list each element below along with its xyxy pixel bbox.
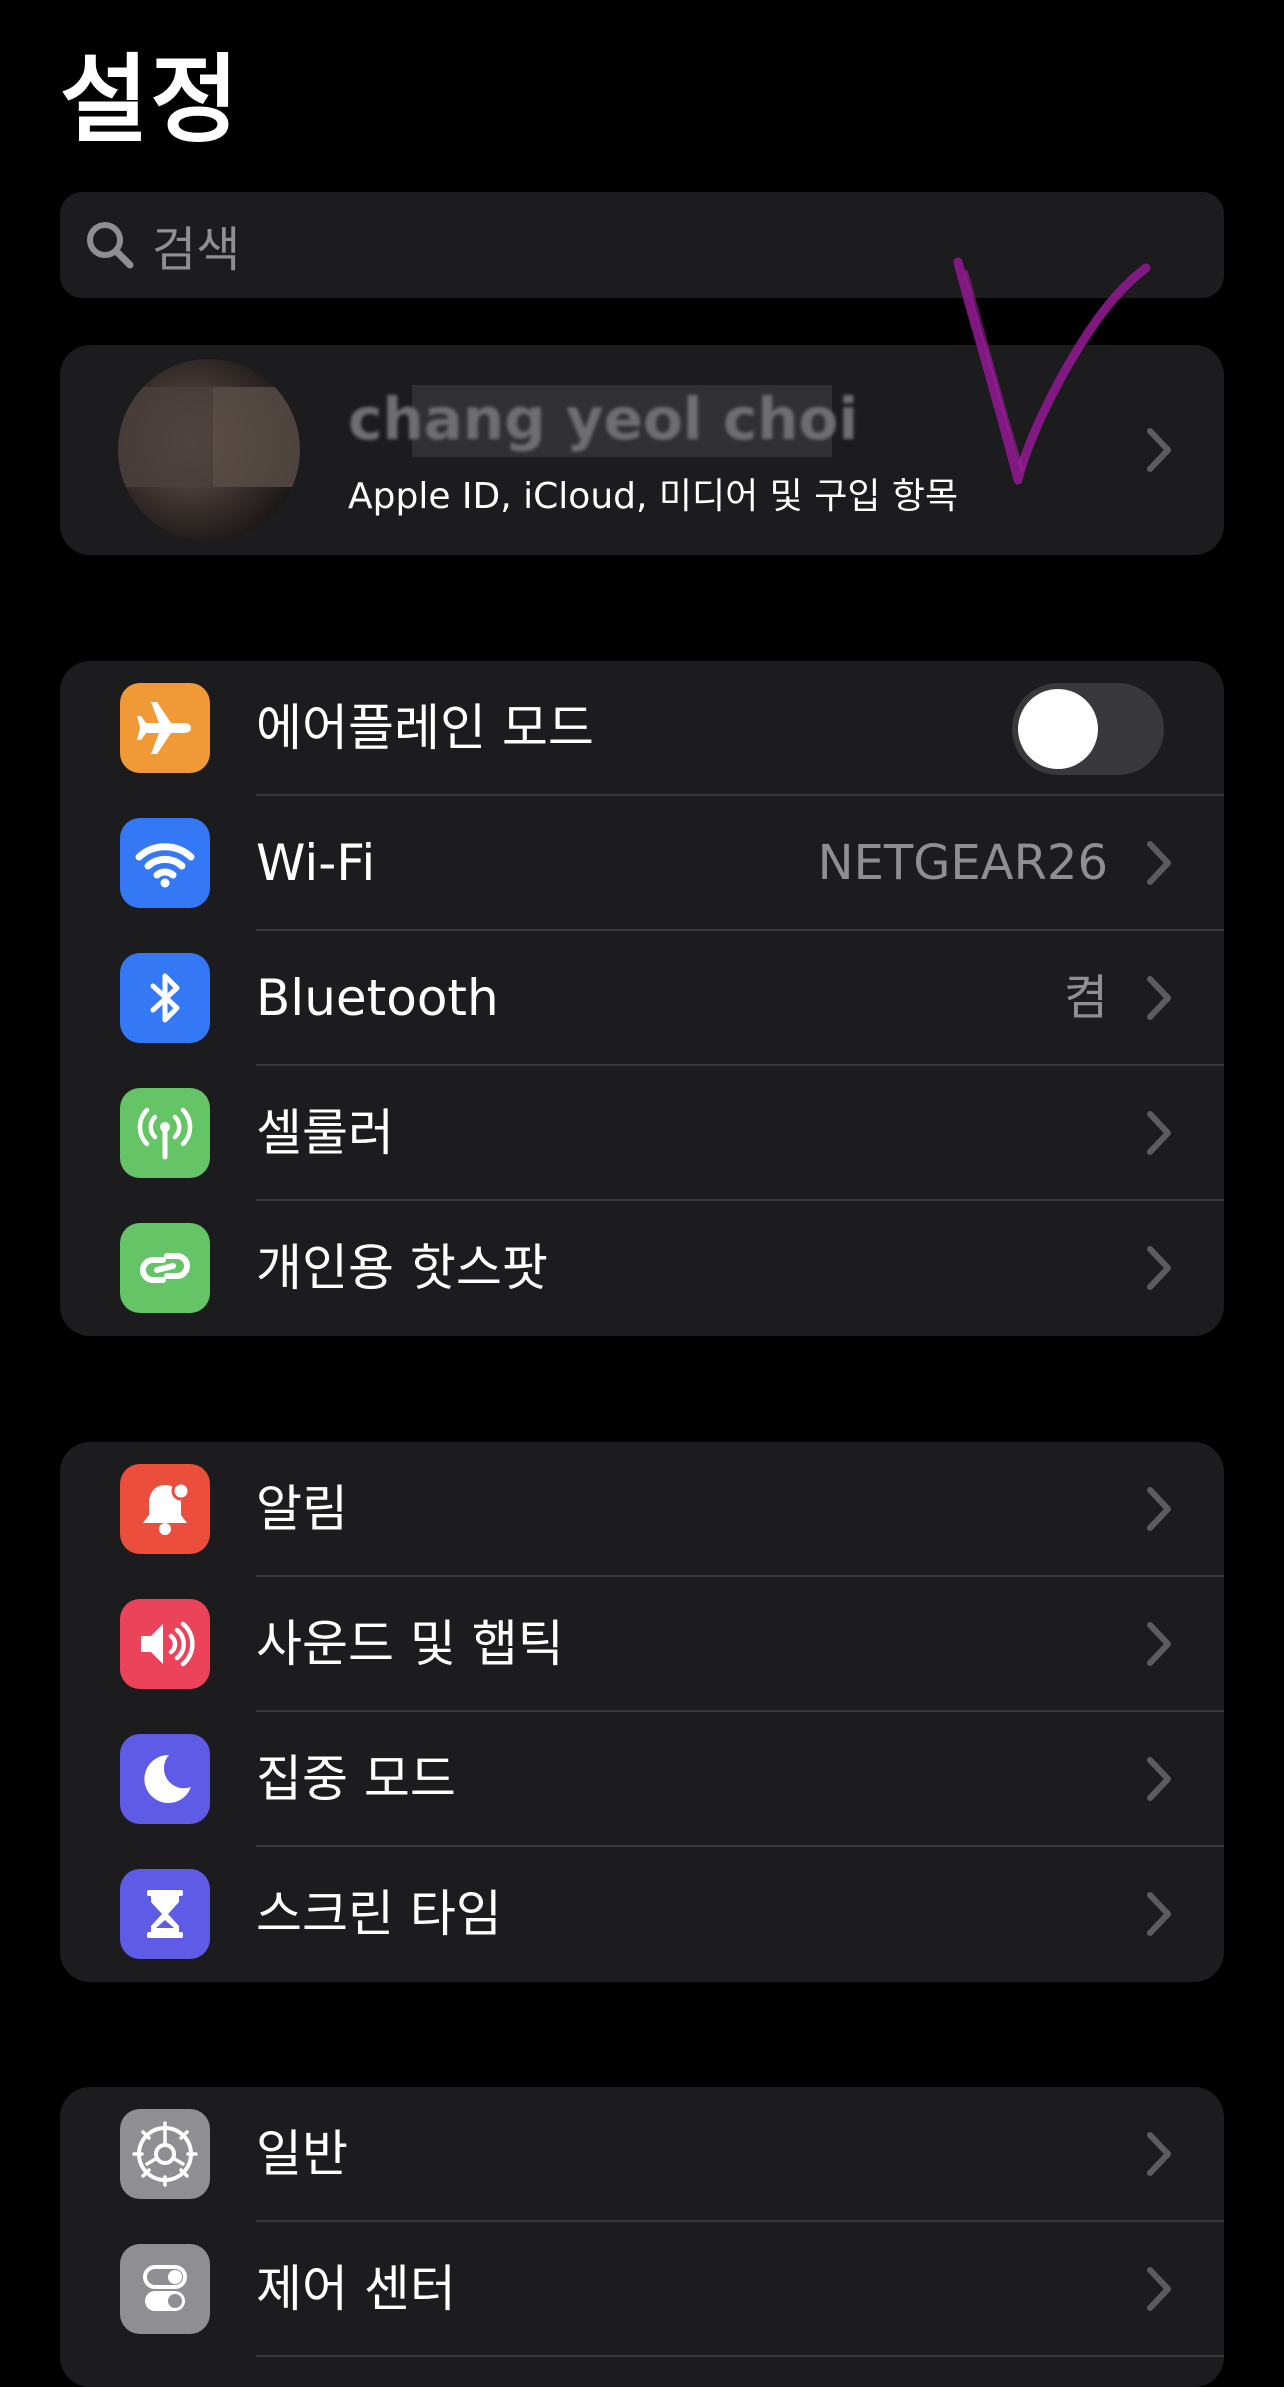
antenna-icon [120,1088,210,1178]
search-icon [82,217,138,273]
chevron-right-icon [1147,1622,1171,1666]
settings-row-screen-time[interactable]: 스크린 타임 [60,1847,1224,1982]
settings-row-label: 스크린 타임 [256,1885,502,1943]
settings-row-label: 에어플레인 모드 [256,699,594,757]
settings-row-bluetooth[interactable]: Bluetooth 켬 [60,931,1224,1066]
wifi-icon [120,818,210,908]
gear-icon [120,2109,210,2199]
bluetooth-icon [120,953,210,1043]
settings-row-control-center[interactable]: 제어 센터 [60,2222,1224,2357]
bluetooth-status: 켬 [1063,970,1108,1026]
search-placeholder: 검색 [152,222,241,278]
settings-row-label: 일반 [256,2125,348,2183]
check-scribble-mark [953,257,1151,485]
switches-icon [120,2244,210,2334]
chevron-right-icon [1147,1757,1171,1801]
notifications-settings-group: 알림 사운드 및 햅틱 집중 모드 스크린 타임 [60,1442,1224,1982]
settings-row-notifications[interactable]: 알림 [60,1442,1224,1577]
airplane-mode-toggle[interactable] [1012,683,1164,775]
general-settings-group: 일반 제어 센터 [60,2087,1224,2387]
hotspot-link-icon [120,1223,210,1313]
settings-row-label: 셀룰러 [256,1104,394,1162]
settings-row-label: 개인용 핫스팟 [256,1239,548,1297]
chevron-right-icon [1147,2132,1171,2176]
bell-icon [120,1464,210,1554]
airplane-icon [120,683,210,773]
settings-row-label: 제어 센터 [256,2260,456,2318]
chevron-right-icon [1147,1892,1171,1936]
settings-row-label: Wi-Fi [256,834,376,892]
chevron-right-icon [1147,2267,1171,2311]
settings-row-label: 사운드 및 햅틱 [256,1615,564,1673]
chevron-right-icon [1147,841,1171,885]
page-title: 설정 [60,44,241,156]
settings-row-wifi[interactable]: Wi-Fi NETGEAR26 [60,796,1224,931]
chevron-right-icon [1147,1487,1171,1531]
settings-row-general[interactable]: 일반 [60,2087,1224,2222]
profile-subtitle: Apple ID, iCloud, 미디어 및 구입 항목 [348,476,959,517]
settings-row-airplane-mode: 에어플레인 모드 [60,661,1224,796]
connectivity-settings-group: 에어플레인 모드 Wi-Fi NETGEAR26 Bluetooth 켬 셀룰러… [60,661,1224,1336]
settings-row-sounds-haptics[interactable]: 사운드 및 햅틱 [60,1577,1224,1712]
settings-row-focus[interactable]: 집중 모드 [60,1712,1224,1847]
settings-row-label: 집중 모드 [256,1750,456,1808]
wifi-network-name: NETGEAR26 [817,835,1108,891]
hourglass-icon [120,1869,210,1959]
chevron-right-icon [1147,1111,1171,1155]
settings-row-label: 알림 [256,1480,348,1538]
chevron-right-icon [1147,1246,1171,1290]
avatar [118,359,300,541]
speaker-icon [120,1599,210,1689]
settings-row-label: Bluetooth [256,969,499,1027]
settings-row-personal-hotspot[interactable]: 개인용 핫스팟 [60,1201,1224,1336]
moon-icon [120,1734,210,1824]
settings-row-cellular[interactable]: 셀룰러 [60,1066,1224,1201]
chevron-right-icon [1147,976,1171,1020]
profile-name: chang yeol choi [348,385,859,453]
